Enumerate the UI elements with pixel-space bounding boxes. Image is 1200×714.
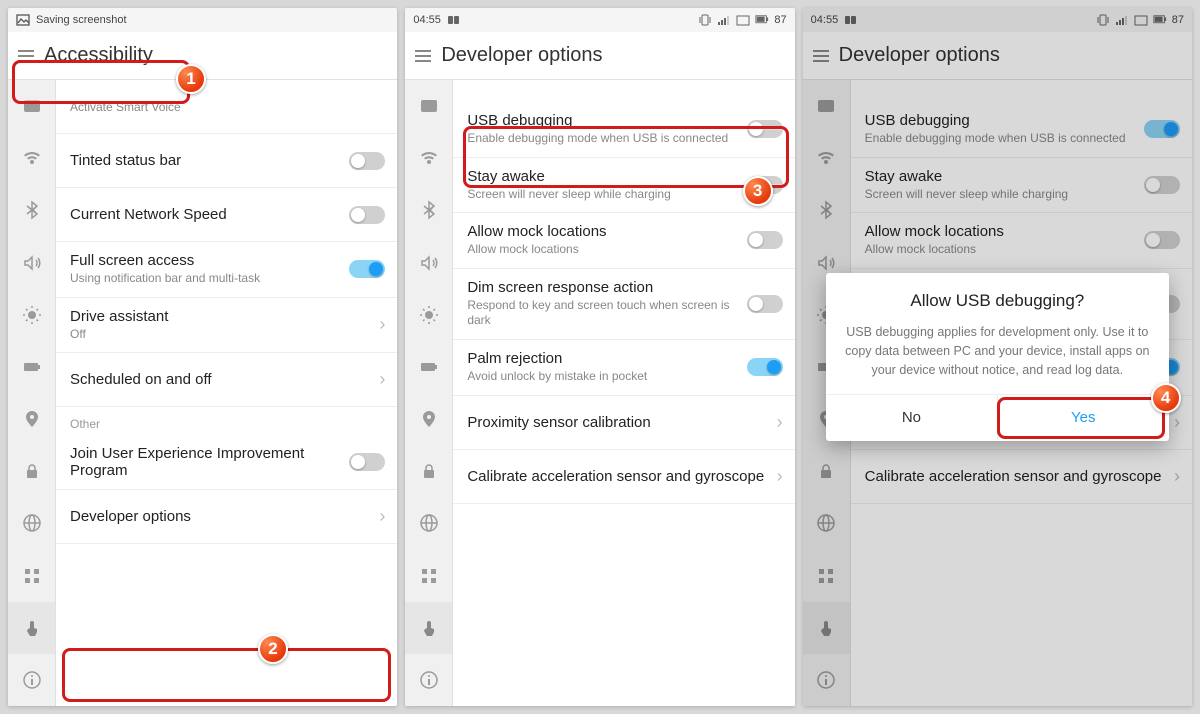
sidebar-location-icon[interactable] [8, 393, 55, 445]
screenshot-icon [16, 14, 30, 26]
callout-badge: 2 [258, 634, 288, 664]
list-item[interactable]: Calibrate acceleration sensor and gyrosc… [453, 450, 794, 504]
sidebar-sound-icon[interactable] [8, 237, 55, 289]
page-title: Developer options [441, 44, 602, 67]
signal-icon [717, 14, 731, 26]
callout-badge: 3 [743, 176, 773, 206]
list-item[interactable]: Dim screen response actionRespond to key… [453, 269, 794, 340]
sidebar [405, 80, 453, 706]
toggle[interactable] [747, 358, 783, 376]
signal-icon [736, 14, 750, 26]
sidebar-wifi-icon[interactable] [405, 132, 452, 184]
dialog-yes-button[interactable]: Yes [998, 395, 1169, 441]
vibrate-icon [698, 14, 712, 26]
menu-icon[interactable] [18, 47, 34, 65]
page-header: Developer options [405, 32, 794, 80]
page-title: Accessibility [44, 44, 153, 67]
sidebar-battery-icon[interactable] [405, 341, 452, 393]
status-bar: Saving screenshot [8, 8, 397, 32]
list-item-developer-options[interactable]: Developer options › [56, 490, 397, 544]
callout-badge: 1 [176, 64, 206, 94]
sidebar-card-icon[interactable] [8, 80, 55, 132]
phone-dev-options: 04:55 87 Developer options USB debugging… [405, 8, 794, 706]
sidebar-bluetooth-icon[interactable] [405, 184, 452, 236]
content: Activate Smart Voice Tinted status bar C… [56, 80, 397, 706]
list-item[interactable]: Full screen accessUsing notification bar… [56, 242, 397, 298]
phone-dev-options-dialog: 04:55 87 Developer options USB debugging… [803, 8, 1192, 706]
phone-accessibility: Saving screenshot Accessibility Activate… [8, 8, 397, 706]
sidebar-brightness-icon[interactable] [8, 289, 55, 341]
dialog-body: USB debugging applies for development on… [844, 323, 1151, 379]
toggle[interactable] [747, 120, 783, 138]
list-item[interactable]: Drive assistantOff › [56, 298, 397, 354]
toggle[interactable] [747, 295, 783, 313]
sidebar-touch-icon[interactable] [8, 602, 55, 654]
sidebar-apps-icon[interactable] [405, 550, 452, 602]
menu-icon[interactable] [415, 47, 431, 65]
sidebar-location-icon[interactable] [405, 393, 452, 445]
toggle[interactable] [349, 152, 385, 170]
sidebar-card-icon[interactable] [405, 80, 452, 132]
sidebar-apps-icon[interactable] [8, 550, 55, 602]
sidebar-touch-icon[interactable] [405, 602, 452, 654]
sidebar [8, 80, 56, 706]
sidebar-info-icon[interactable] [8, 654, 55, 706]
usb-debugging-dialog: Allow USB debugging? USB debugging appli… [826, 273, 1169, 440]
sim-icon [447, 14, 461, 26]
toggle[interactable] [349, 260, 385, 278]
section-label: Other [56, 407, 397, 435]
list-item[interactable]: Scheduled on and off › [56, 353, 397, 407]
status-text: Saving screenshot [36, 14, 127, 26]
sidebar-brightness-icon[interactable] [405, 289, 452, 341]
sidebar-globe-icon[interactable] [8, 497, 55, 549]
sidebar-info-icon[interactable] [405, 654, 452, 706]
sidebar-bluetooth-icon[interactable] [8, 184, 55, 236]
chevron-right-icon: › [777, 412, 783, 433]
sidebar-wifi-icon[interactable] [8, 132, 55, 184]
list-item[interactable]: Current Network Speed [56, 188, 397, 242]
sidebar-globe-icon[interactable] [405, 497, 452, 549]
sidebar-sound-icon[interactable] [405, 237, 452, 289]
list-item[interactable]: Join User Experience Improvement Program [56, 435, 397, 490]
chevron-right-icon: › [379, 369, 385, 390]
content: USB debuggingEnable debugging mode when … [453, 80, 794, 706]
chevron-right-icon: › [379, 506, 385, 527]
sidebar-lock-icon[interactable] [405, 445, 452, 497]
toggle[interactable] [349, 206, 385, 224]
dialog-title: Allow USB debugging? [844, 291, 1151, 311]
list-item[interactable]: Allow mock locationsAllow mock locations [453, 213, 794, 269]
chevron-right-icon: › [777, 466, 783, 487]
toggle[interactable] [747, 231, 783, 249]
chevron-right-icon: › [379, 314, 385, 335]
status-time: 04:55 [413, 14, 441, 26]
list-item[interactable]: Tinted status bar [56, 134, 397, 188]
list-item[interactable]: Proximity sensor calibration› [453, 396, 794, 450]
callout-badge: 4 [1151, 383, 1181, 413]
list-item[interactable]: USB debuggingEnable debugging mode when … [453, 102, 794, 158]
dialog-no-button[interactable]: No [826, 395, 998, 441]
status-bar: 04:55 87 [405, 8, 794, 32]
toggle[interactable] [349, 453, 385, 471]
dialog-scrim: Allow USB debugging? USB debugging appli… [803, 8, 1192, 706]
list-item[interactable]: Palm rejectionAvoid unlock by mistake in… [453, 340, 794, 396]
battery-icon [755, 14, 769, 26]
list-item[interactable]: Activate Smart Voice [56, 80, 397, 134]
sidebar-battery-icon[interactable] [8, 341, 55, 393]
sidebar-lock-icon[interactable] [8, 445, 55, 497]
battery-level: 87 [774, 14, 786, 26]
